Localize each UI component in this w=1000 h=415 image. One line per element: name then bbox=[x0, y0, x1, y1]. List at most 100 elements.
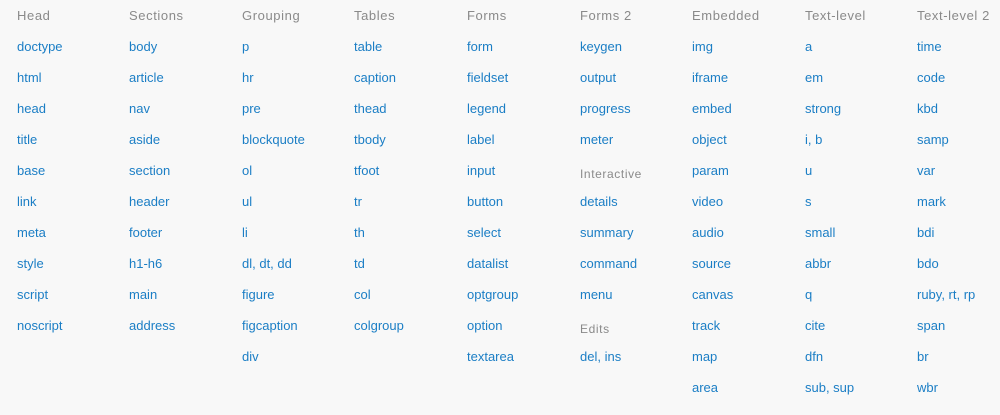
element-link[interactable]: link bbox=[17, 194, 37, 209]
element-link[interactable]: meter bbox=[580, 132, 613, 147]
element-link[interactable]: wbr bbox=[917, 380, 938, 395]
element-link[interactable]: tbody bbox=[354, 132, 386, 147]
link-list: time code kbd samp var mark bdi bdo ruby… bbox=[917, 39, 997, 411]
element-link[interactable]: address bbox=[129, 318, 175, 333]
element-link[interactable]: header bbox=[129, 194, 169, 209]
element-link[interactable]: html bbox=[17, 70, 42, 85]
element-link[interactable]: q bbox=[805, 287, 812, 302]
element-link[interactable]: nav bbox=[129, 101, 150, 116]
element-link[interactable]: progress bbox=[580, 101, 631, 116]
element-link[interactable]: ruby, rt, rp bbox=[917, 287, 975, 302]
element-link[interactable]: colgroup bbox=[354, 318, 404, 333]
element-link[interactable]: style bbox=[17, 256, 44, 271]
element-link[interactable]: code bbox=[917, 70, 945, 85]
element-link[interactable]: samp bbox=[917, 132, 949, 147]
element-link[interactable]: form bbox=[467, 39, 493, 54]
element-link[interactable]: base bbox=[17, 163, 45, 178]
element-link[interactable]: sub, sup bbox=[805, 380, 854, 395]
element-link[interactable]: body bbox=[129, 39, 157, 54]
element-link[interactable]: thead bbox=[354, 101, 387, 116]
element-link[interactable]: p bbox=[242, 39, 249, 54]
element-link[interactable]: select bbox=[467, 225, 501, 240]
element-link[interactable]: bdi bbox=[917, 225, 934, 240]
element-link[interactable]: bdo bbox=[917, 256, 939, 271]
element-link[interactable]: label bbox=[467, 132, 494, 147]
element-link[interactable]: button bbox=[467, 194, 503, 209]
element-link[interactable]: input bbox=[467, 163, 495, 178]
element-link[interactable]: table bbox=[354, 39, 382, 54]
element-link[interactable]: fieldset bbox=[467, 70, 508, 85]
element-link[interactable]: menu bbox=[580, 287, 613, 302]
element-link[interactable]: command bbox=[580, 256, 637, 271]
element-link[interactable]: var bbox=[917, 163, 935, 178]
element-link[interactable]: li bbox=[242, 225, 248, 240]
element-link[interactable]: map bbox=[692, 349, 717, 364]
element-link[interactable]: abbr bbox=[805, 256, 831, 271]
element-link[interactable]: head bbox=[17, 101, 46, 116]
element-link[interactable]: div bbox=[242, 349, 259, 364]
element-link[interactable]: i, b bbox=[805, 132, 822, 147]
element-link[interactable]: object bbox=[692, 132, 727, 147]
element-link[interactable]: pre bbox=[242, 101, 261, 116]
column-forms: Forms form fieldset legend label input b… bbox=[467, 8, 575, 380]
element-link[interactable]: ul bbox=[242, 194, 252, 209]
element-link[interactable]: s bbox=[805, 194, 812, 209]
element-link[interactable]: a bbox=[805, 39, 812, 54]
element-link[interactable]: cite bbox=[805, 318, 825, 333]
element-link[interactable]: datalist bbox=[467, 256, 508, 271]
element-link[interactable]: canvas bbox=[692, 287, 733, 302]
element-link[interactable]: audio bbox=[692, 225, 724, 240]
element-link[interactable]: caption bbox=[354, 70, 396, 85]
element-link[interactable]: section bbox=[129, 163, 170, 178]
element-index: Head doctype html head title base link m… bbox=[0, 0, 1000, 415]
element-link[interactable]: dfn bbox=[805, 349, 823, 364]
element-link[interactable]: track bbox=[692, 318, 720, 333]
element-link[interactable]: video bbox=[692, 194, 723, 209]
element-link[interactable]: figcaption bbox=[242, 318, 298, 333]
element-link[interactable]: tr bbox=[354, 194, 362, 209]
element-link[interactable]: ol bbox=[242, 163, 252, 178]
element-link[interactable]: kbd bbox=[917, 101, 938, 116]
element-link[interactable]: del, ins bbox=[580, 349, 621, 364]
element-link[interactable]: col bbox=[354, 287, 371, 302]
element-link[interactable]: article bbox=[129, 70, 164, 85]
element-link[interactable]: iframe bbox=[692, 70, 728, 85]
element-link[interactable]: embed bbox=[692, 101, 732, 116]
element-link[interactable]: span bbox=[917, 318, 945, 333]
element-link[interactable]: output bbox=[580, 70, 616, 85]
element-link[interactable]: meta bbox=[17, 225, 46, 240]
element-link[interactable]: area bbox=[692, 380, 718, 395]
element-link[interactable]: br bbox=[917, 349, 929, 364]
element-link[interactable]: textarea bbox=[467, 349, 514, 364]
element-link[interactable]: small bbox=[805, 225, 835, 240]
element-link[interactable]: optgroup bbox=[467, 287, 518, 302]
element-link[interactable]: script bbox=[17, 287, 48, 302]
element-link[interactable]: time bbox=[917, 39, 942, 54]
element-link[interactable]: source bbox=[692, 256, 731, 271]
element-link[interactable]: strong bbox=[805, 101, 841, 116]
element-link[interactable]: figure bbox=[242, 287, 275, 302]
element-link[interactable]: main bbox=[129, 287, 157, 302]
element-link[interactable]: doctype bbox=[17, 39, 63, 54]
element-link[interactable]: legend bbox=[467, 101, 506, 116]
element-link[interactable]: option bbox=[467, 318, 502, 333]
element-link[interactable]: h1-h6 bbox=[129, 256, 162, 271]
element-link[interactable]: footer bbox=[129, 225, 162, 240]
element-link[interactable]: td bbox=[354, 256, 365, 271]
element-link[interactable]: aside bbox=[129, 132, 160, 147]
element-link[interactable]: tfoot bbox=[354, 163, 379, 178]
element-link[interactable]: keygen bbox=[580, 39, 622, 54]
element-link[interactable]: u bbox=[805, 163, 812, 178]
element-link[interactable]: summary bbox=[580, 225, 633, 240]
element-link[interactable]: hr bbox=[242, 70, 254, 85]
element-link[interactable]: img bbox=[692, 39, 713, 54]
element-link[interactable]: blockquote bbox=[242, 132, 305, 147]
element-link[interactable]: noscript bbox=[17, 318, 63, 333]
element-link[interactable]: em bbox=[805, 70, 823, 85]
element-link[interactable]: th bbox=[354, 225, 365, 240]
element-link[interactable]: mark bbox=[917, 194, 946, 209]
element-link[interactable]: dl, dt, dd bbox=[242, 256, 292, 271]
element-link[interactable]: details bbox=[580, 194, 618, 209]
element-link[interactable]: title bbox=[17, 132, 37, 147]
element-link[interactable]: param bbox=[692, 163, 729, 178]
